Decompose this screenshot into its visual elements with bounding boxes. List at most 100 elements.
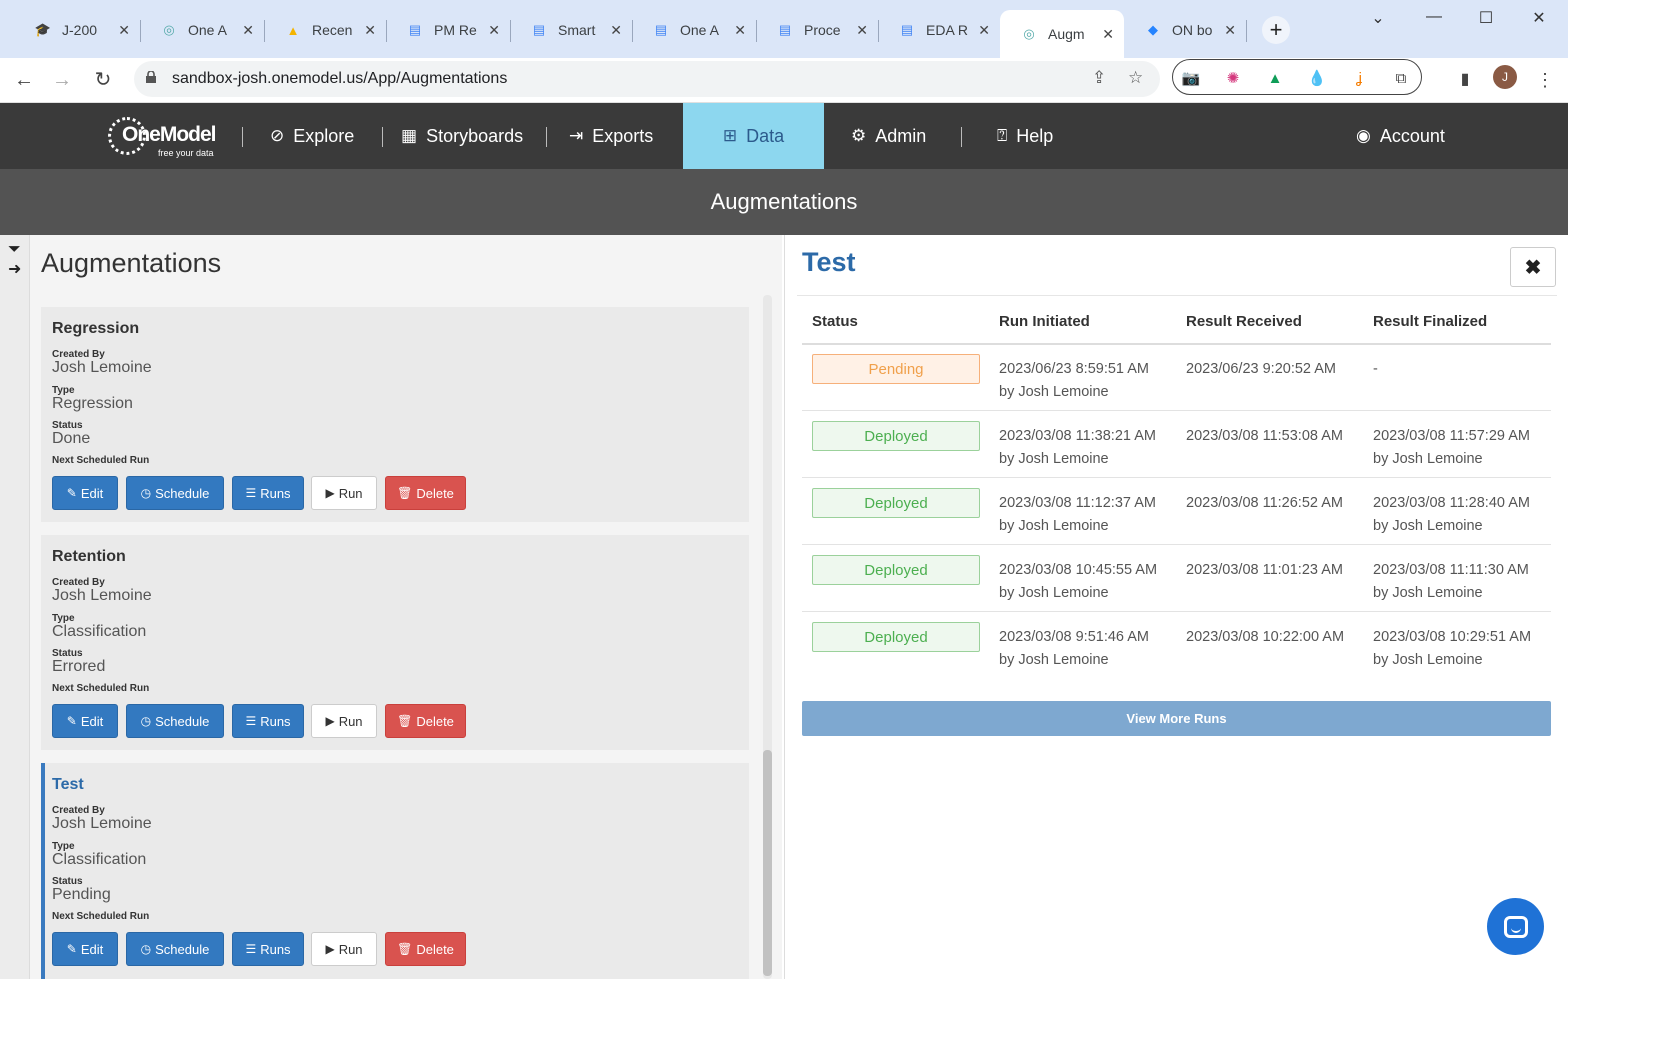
chat-launcher-button[interactable]	[1487, 898, 1544, 955]
back-icon[interactable]: ←	[10, 66, 38, 94]
export-icon: ⇥	[569, 126, 584, 145]
edit-button[interactable]: ✎ Edit	[52, 704, 118, 738]
schedule-button[interactable]: ◷ Schedule	[126, 704, 224, 738]
close-detail-button[interactable]: ✖	[1510, 247, 1556, 287]
nav-storyboards[interactable]: ▦ Storyboards	[401, 103, 523, 169]
user-text: by Josh Lemoine	[1373, 652, 1483, 668]
close-icon[interactable]: ✕	[610, 22, 622, 39]
browser-tab-active[interactable]: ◎ Augm ✕	[1000, 10, 1124, 58]
menu-kebab-icon[interactable]: ⋮	[1531, 66, 1559, 94]
runs-button[interactable]: ☰ Runs	[232, 932, 304, 966]
close-icon[interactable]: ✕	[242, 22, 254, 39]
reload-icon[interactable]: ↻	[89, 66, 117, 94]
status-badge: Deployed	[812, 622, 980, 652]
google-drive-icon[interactable]: ▲	[1265, 68, 1285, 88]
close-icon[interactable]: ✕	[856, 22, 868, 39]
button-label: Delete	[416, 485, 454, 501]
button-label: Delete	[416, 713, 454, 729]
browser-tab[interactable]: ▲ Recen ✕	[264, 10, 386, 50]
browser-tab[interactable]: ▤ EDA R ✕	[878, 10, 1000, 50]
close-icon[interactable]: ✕	[364, 22, 376, 39]
augmentation-card[interactable]: Retention Created By Josh Lemoine Type C…	[41, 535, 749, 750]
run-button[interactable]: ▶ Run	[311, 932, 377, 966]
jira-icon: ◆	[1148, 22, 1158, 37]
browser-tab[interactable]: ▤ Proce ✕	[756, 10, 878, 50]
button-label: Edit	[80, 485, 104, 501]
edit-button[interactable]: ✎ Edit	[52, 932, 118, 966]
result-received-cell: 2023/03/08 11:26:52 AM	[1186, 495, 1343, 511]
new-tab-button[interactable]: +	[1262, 16, 1290, 44]
augmentation-card-selected[interactable]: Test Created By Josh Lemoine Type Classi…	[41, 763, 749, 979]
list-scrollbar-thumb[interactable]	[763, 750, 772, 976]
bookmark-star-icon[interactable]: ☆	[1128, 68, 1143, 88]
browser-tab[interactable]: ▤ One A ✕	[632, 10, 756, 50]
maximize-icon[interactable]: ☐	[1471, 8, 1501, 28]
close-icon[interactable]: ✕	[488, 22, 500, 39]
nav-label: Help	[1016, 125, 1054, 146]
button-label: Runs	[260, 941, 291, 957]
date-text: 2023/03/08 11:12:37 AM	[999, 495, 1156, 511]
schedule-button[interactable]: ◷ Schedule	[126, 932, 224, 966]
clock-icon: ◷	[140, 942, 152, 956]
browser-tab[interactable]: ▤ Smart ✕	[510, 10, 632, 50]
share-icon[interactable]: ⇪	[1092, 68, 1106, 88]
address-bar[interactable]: sandbox-josh.onemodel.us/App/Augmentatio…	[134, 61, 1160, 97]
camera-icon[interactable]: 📷	[1181, 68, 1201, 88]
browser-tab[interactable]: 🎓 J-200 ✕	[14, 10, 140, 50]
forward-icon[interactable]: →	[48, 66, 76, 94]
onemodel-logo[interactable]: OneModel free your data	[108, 115, 218, 159]
user-text: by Josh Lemoine	[1373, 451, 1483, 467]
view-more-runs-button[interactable]: View More Runs	[802, 701, 1551, 736]
close-icon[interactable]: ✕	[734, 22, 746, 39]
button-label: Run	[338, 485, 363, 501]
nav-explore[interactable]: ⊘ Explore	[270, 103, 354, 169]
tab-search-chevron-icon[interactable]: ⌄	[1363, 8, 1393, 28]
type-value: Classification	[52, 851, 147, 868]
minimize-icon[interactable]: —	[1419, 8, 1449, 26]
close-icon[interactable]: ✕	[1102, 26, 1114, 43]
close-icon[interactable]: ✕	[1224, 22, 1236, 39]
delete-button[interactable]: 🗑 Delete	[385, 704, 466, 738]
schedule-button[interactable]: ◷ Schedule	[126, 476, 224, 510]
runs-button[interactable]: ☰ Runs	[232, 476, 304, 510]
nav-exports[interactable]: ⇥ Exports	[569, 103, 653, 169]
close-icon[interactable]: ✕	[978, 22, 990, 39]
puzzle-icon[interactable]: ⧉	[1391, 68, 1411, 88]
status-value: Errored	[52, 658, 106, 675]
drop-icon[interactable]: 💧	[1307, 68, 1327, 88]
google-docs-icon: ▤	[654, 22, 668, 37]
j-extension-icon[interactable]: ʝ	[1349, 68, 1369, 88]
button-label: Delete	[416, 941, 454, 957]
clock-icon: ◷	[140, 714, 152, 728]
color-wheel-icon[interactable]: ✺	[1223, 68, 1243, 88]
status-badge: Deployed	[812, 555, 980, 585]
table-row: Pending 2023/06/23 8:59:51 AM by Josh Le…	[802, 344, 1551, 411]
run-button[interactable]: ▶ Run	[311, 704, 377, 738]
button-label: Schedule	[155, 941, 210, 957]
nav-admin[interactable]: ⚙ Admin	[851, 103, 926, 169]
nav-data[interactable]: ⊞ Data	[683, 103, 824, 169]
delete-button[interactable]: 🗑 Delete	[385, 476, 466, 510]
nav-account[interactable]: ◉ Account	[1356, 103, 1445, 169]
runs-button[interactable]: ☰ Runs	[232, 704, 304, 738]
run-button[interactable]: ▶ Run	[311, 476, 377, 510]
trash-icon: 🗑	[397, 942, 413, 956]
nav-help[interactable]: ⍰ Help	[997, 103, 1053, 169]
browser-tab[interactable]: ◎ One A ✕	[140, 10, 264, 50]
close-icon[interactable]: ✕	[118, 22, 130, 39]
lock-icon	[146, 71, 156, 83]
profile-avatar[interactable]: J	[1493, 65, 1517, 89]
detail-title: Test	[802, 247, 856, 277]
augmentation-card[interactable]: Regression Created By Josh Lemoine Type …	[41, 307, 749, 522]
browser-tab[interactable]: ◆ ON bo ✕	[1124, 10, 1246, 50]
side-panel-icon[interactable]: ▮	[1451, 66, 1479, 94]
edit-button[interactable]: ✎ Edit	[52, 476, 118, 510]
logo-tagline: free your data	[158, 148, 214, 158]
delete-button[interactable]: 🗑 Delete	[385, 932, 466, 966]
button-label: Schedule	[155, 713, 210, 729]
window-close-icon[interactable]: ✕	[1524, 8, 1554, 28]
filter-toggle-icon[interactable]: ⏷ ➜	[8, 241, 21, 279]
result-finalized-cell: 2023/03/08 11:57:29 AM by Josh Lemoine	[1373, 425, 1530, 471]
onemodel-icon: ◎	[1023, 26, 1035, 41]
browser-tab[interactable]: ▤ PM Re ✕	[386, 10, 510, 50]
